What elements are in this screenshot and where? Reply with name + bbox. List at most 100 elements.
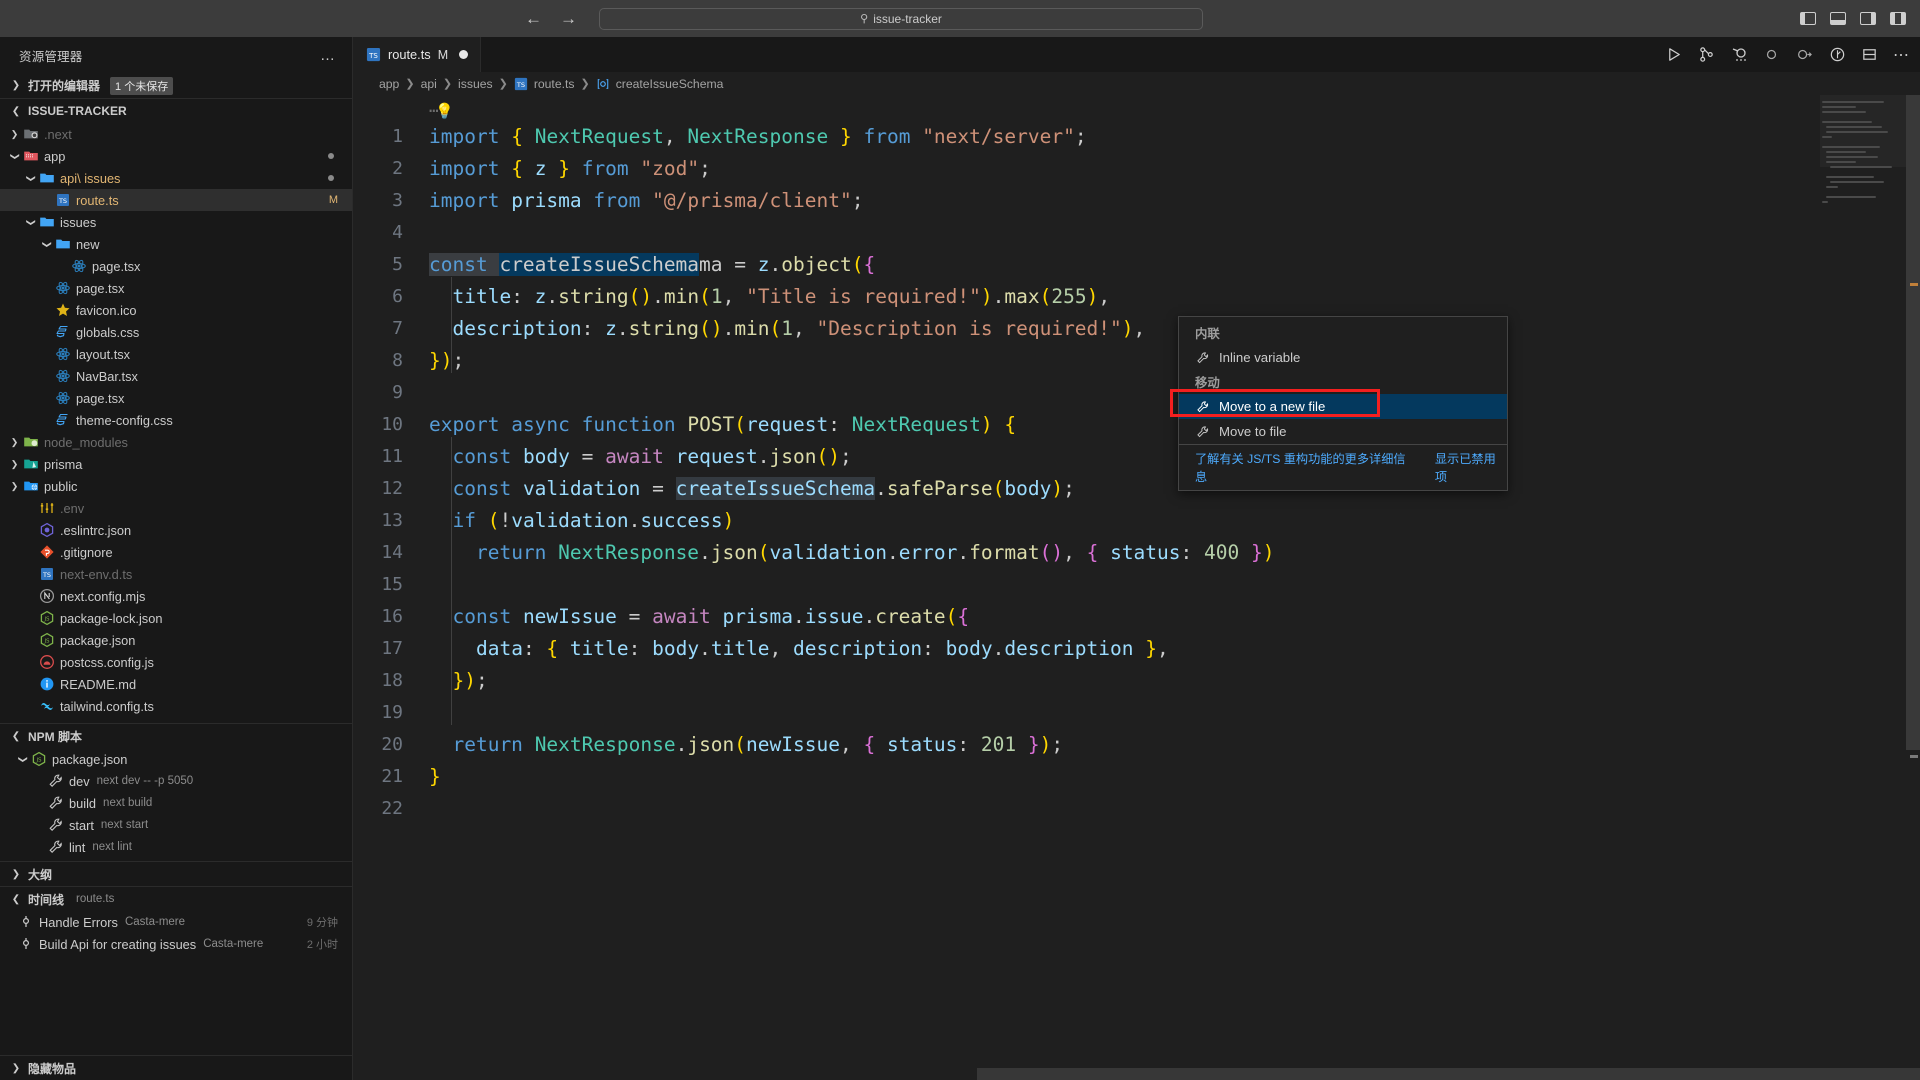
- code-line[interactable]: 18 });: [353, 665, 1920, 697]
- code-line[interactable]: 20 return NextResponse.json(newIssue, { …: [353, 729, 1920, 761]
- tree-item-public[interactable]: ❯ public: [0, 475, 352, 497]
- npm-script-start[interactable]: start next start: [0, 814, 352, 836]
- ctx-show-disabled-link[interactable]: 显示已禁用项: [1435, 449, 1507, 485]
- code-line[interactable]: 5 const createIssueSchemama = z.object({: [353, 249, 1920, 281]
- tree-item--env[interactable]: .env: [0, 497, 352, 519]
- chevron-down-icon[interactable]: ❮: [17, 753, 28, 766]
- chevron-right-icon[interactable]: ❯: [8, 129, 21, 140]
- ctx-item-inline-variable[interactable]: Inline variable: [1179, 345, 1507, 370]
- npm-script-build[interactable]: build next build: [0, 792, 352, 814]
- code-line[interactable]: 21}: [353, 761, 1920, 793]
- lightbulb-icon[interactable]: 💡: [435, 102, 454, 120]
- npm-script-dev[interactable]: dev next dev -- -p 5050: [0, 770, 352, 792]
- code-line[interactable]: 10 export async function POST(request: Ne…: [353, 409, 1920, 441]
- more-actions-icon[interactable]: ⋯: [1893, 45, 1910, 65]
- tree-item-app[interactable]: ❮ app: [0, 145, 352, 167]
- editor-horizontal-scrollbar[interactable]: [353, 1068, 1920, 1080]
- code-line[interactable]: 13 if (!validation.success): [353, 505, 1920, 537]
- breadcrumb-item-app[interactable]: app: [379, 77, 399, 91]
- tree-item-postcss-config-js[interactable]: postcss.config.js: [0, 651, 352, 673]
- scrollbar-thumb[interactable]: [977, 1068, 1920, 1080]
- tree-item-package-lock-json[interactable]: JS package-lock.json: [0, 607, 352, 629]
- open-editors-section-header[interactable]: ❯ 打开的编辑器 1 个未保存: [0, 73, 352, 98]
- breadcrumb-item-issues[interactable]: issues: [458, 77, 493, 91]
- tree-item-next-env-d-ts[interactable]: TS next-env.d.ts: [0, 563, 352, 585]
- code-line[interactable]: 1 import { NextRequest, NextResponse } fr…: [353, 121, 1920, 153]
- code-line[interactable]: 12 const validation = createIssueSchema.…: [353, 473, 1920, 505]
- tree-item-page-tsx[interactable]: page.tsx: [0, 255, 352, 277]
- editor-tab-dirty-indicator[interactable]: [459, 50, 469, 59]
- debug-icon[interactable]: [1829, 46, 1846, 63]
- scrollbar-thumb[interactable]: [1906, 95, 1920, 750]
- tree-item-favicon-ico[interactable]: favicon.ico: [0, 299, 352, 321]
- toggle-panel-icon[interactable]: [1830, 12, 1846, 25]
- code-line[interactable]: 4: [353, 217, 1920, 249]
- tree-item-tailwind-config-ts[interactable]: tailwind.config.ts: [0, 695, 352, 717]
- npm-scripts-section-header[interactable]: ❮ NPM 脚本: [0, 723, 352, 748]
- code-line[interactable]: 17 data: { title: body.title, descriptio…: [353, 633, 1920, 665]
- code-line[interactable]: 8});: [353, 345, 1920, 377]
- editor-tab-route-ts[interactable]: TS route.ts M: [353, 37, 482, 72]
- code-line[interactable]: 22: [353, 793, 1920, 825]
- tree-item-page-tsx[interactable]: page.tsx: [0, 277, 352, 299]
- tree-item-prisma[interactable]: ❯ prisma: [0, 453, 352, 475]
- breadcrumb-item-api[interactable]: api: [421, 77, 437, 91]
- tree-item--eslintrc-json[interactable]: .eslintrc.json: [0, 519, 352, 541]
- tree-item-readme-md[interactable]: README.md: [0, 673, 352, 695]
- chevron-right-icon[interactable]: ❯: [8, 459, 21, 470]
- code-line[interactable]: 2 import { z } from "zod";: [353, 153, 1920, 185]
- split-editor-icon[interactable]: [1861, 46, 1878, 63]
- tree-item--gitignore[interactable]: .gitignore: [0, 541, 352, 563]
- timeline-entry[interactable]: Build Api for creating issues Casta-mere 2…: [0, 933, 352, 955]
- circle-arrow-icon[interactable]: [1795, 46, 1814, 63]
- tree-item-page-tsx[interactable]: page.tsx: [0, 387, 352, 409]
- tree-item-route-ts[interactable]: TS route.ts M: [0, 189, 352, 211]
- timeline-section-header[interactable]: ❮ 时间线 route.ts: [0, 886, 352, 911]
- customize-layout-icon[interactable]: [1890, 12, 1906, 25]
- minimap[interactable]: [1820, 95, 1906, 1080]
- code-line[interactable]: 11 const body = await request.json();: [353, 441, 1920, 473]
- tree-item-next-config-mjs[interactable]: next.config.mjs: [0, 585, 352, 607]
- chevron-down-icon[interactable]: ❮: [25, 216, 36, 229]
- breadcrumb-item-symbol[interactable]: createIssueSchema: [616, 77, 724, 91]
- source-control-icon[interactable]: [1698, 46, 1715, 63]
- tree-item-package-json[interactable]: JS package.json: [0, 629, 352, 651]
- code-line[interactable]: 15: [353, 569, 1920, 601]
- command-center-search[interactable]: ⚲ issue-tracker: [599, 7, 1203, 30]
- chevron-down-icon[interactable]: ❮: [9, 150, 20, 163]
- chevron-down-icon[interactable]: ❮: [41, 238, 52, 251]
- rest-client-icon[interactable]: [1730, 46, 1748, 64]
- workspace-section-header[interactable]: ❮ ISSUE-TRACKER: [0, 98, 352, 123]
- code-line[interactable]: 6 title: z.string().min(1, "Title is req…: [353, 281, 1920, 313]
- toggle-primary-sidebar-icon[interactable]: [1800, 12, 1816, 25]
- tree-item-api-issues[interactable]: ❮ api\ issues: [0, 167, 352, 189]
- code-line[interactable]: 9: [353, 377, 1920, 409]
- arrow-left-icon[interactable]: ←: [525, 10, 542, 27]
- chevron-right-icon[interactable]: ❯: [8, 481, 21, 492]
- code-line[interactable]: 19: [353, 697, 1920, 729]
- chevron-down-icon[interactable]: ❮: [25, 172, 36, 185]
- npm-root-package-json[interactable]: ❮ JS package.json: [0, 748, 352, 770]
- tree-item-theme-config-css[interactable]: theme-config.css: [0, 409, 352, 431]
- code-line[interactable]: 7 description: z.string().min(1, "Descri…: [353, 313, 1920, 345]
- tree-item-navbar-tsx[interactable]: NavBar.tsx: [0, 365, 352, 387]
- tree-item-issues[interactable]: ❮ issues: [0, 211, 352, 233]
- code-editor[interactable]: … 1 import { NextRequest, NextResponse } …: [353, 95, 1920, 1080]
- tree-item-layout-tsx[interactable]: layout.tsx: [0, 343, 352, 365]
- outline-section-header[interactable]: ❯ 大纲: [0, 861, 352, 886]
- toggle-secondary-sidebar-icon[interactable]: [1860, 12, 1876, 25]
- arrow-right-icon[interactable]: →: [560, 10, 577, 27]
- circle-icon[interactable]: [1763, 46, 1780, 63]
- refactor-context-menu[interactable]: 内联 Inline variable 移动 Move to a new file: [1178, 316, 1508, 491]
- explorer-more-actions-icon[interactable]: …: [320, 47, 336, 64]
- code-line[interactable]: 3 import prisma from "@/prisma/client";: [353, 185, 1920, 217]
- breadcrumb-item-file[interactable]: route.ts: [534, 77, 575, 91]
- editor-vertical-scrollbar[interactable]: [1906, 95, 1920, 1080]
- npm-script-lint[interactable]: lint next lint: [0, 836, 352, 858]
- chevron-right-icon[interactable]: ❯: [8, 437, 21, 448]
- ctx-item-move-to-file[interactable]: Move to file: [1179, 419, 1507, 444]
- hidden-items-section-header[interactable]: ❯ 隐藏物品: [0, 1055, 352, 1080]
- ctx-learn-more-link[interactable]: 了解有关 JS/TS 重构功能的更多详细信息: [1195, 449, 1415, 485]
- timeline-entry[interactable]: Handle Errors Casta-mere 9 分钟: [0, 911, 352, 933]
- code-line[interactable]: 16 const newIssue = await prisma.issue.c…: [353, 601, 1920, 633]
